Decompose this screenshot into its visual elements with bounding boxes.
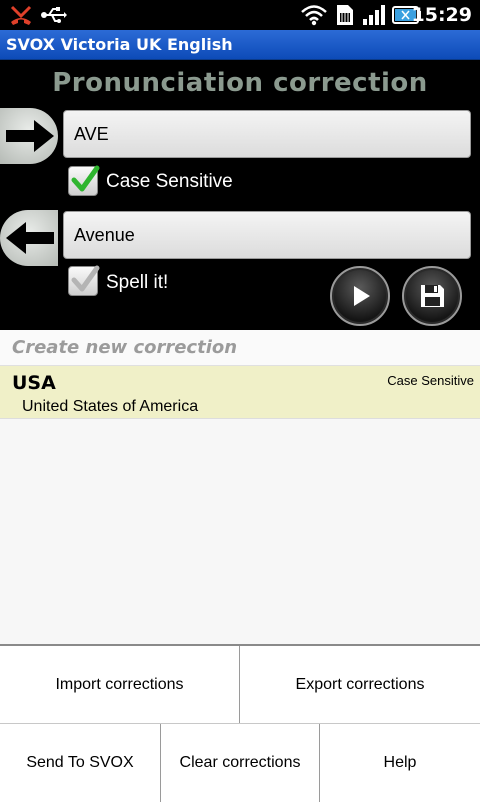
status-bar: 15:29 bbox=[0, 0, 480, 30]
check-icon bbox=[71, 265, 100, 292]
replacement-word-value: Avenue bbox=[74, 225, 135, 245]
app-title-bar: SVOX Victoria UK English bbox=[0, 30, 480, 60]
missed-call-icon bbox=[8, 3, 34, 27]
spell-it-label: Spell it! bbox=[106, 272, 169, 293]
target-arrow-button[interactable] bbox=[0, 210, 58, 266]
corrections-list: Create new correction USA Case Sensitive… bbox=[0, 330, 480, 644]
clock: 15:29 bbox=[411, 4, 472, 26]
source-word-value: AVE bbox=[74, 124, 109, 144]
arrow-left-icon bbox=[6, 222, 54, 254]
app-title: SVOX Victoria UK English bbox=[6, 35, 233, 54]
export-corrections-menu-item[interactable]: Export corrections bbox=[240, 646, 480, 723]
source-arrow-button[interactable] bbox=[0, 108, 58, 164]
correction-editor: Pronunciation correction AVE Case Sensit… bbox=[0, 60, 480, 330]
list-item[interactable]: USA Case Sensitive United States of Amer… bbox=[0, 366, 480, 419]
replacement-word-input[interactable]: Avenue bbox=[63, 211, 471, 259]
menu-divider bbox=[319, 724, 320, 802]
menu-divider bbox=[0, 723, 480, 724]
case-sensitive-badge: Case Sensitive bbox=[387, 373, 474, 388]
help-menu-item[interactable]: Help bbox=[320, 724, 480, 802]
play-icon bbox=[354, 286, 370, 306]
save-button[interactable] bbox=[402, 266, 462, 326]
editor-heading: Pronunciation correction bbox=[52, 68, 428, 98]
sim-icon bbox=[334, 3, 356, 27]
send-to-svox-menu-item[interactable]: Send To SVOX bbox=[0, 724, 160, 802]
list-item-replacement: United States of America bbox=[22, 398, 199, 415]
arrow-right-icon bbox=[6, 120, 54, 152]
save-icon bbox=[421, 285, 444, 307]
wifi-icon bbox=[300, 3, 328, 27]
play-button[interactable] bbox=[330, 266, 390, 326]
case-sensitive-label: Case Sensitive bbox=[106, 171, 233, 192]
signal-icon bbox=[362, 3, 388, 27]
source-word-input[interactable]: AVE bbox=[63, 110, 471, 158]
clear-corrections-menu-item[interactable]: Clear corrections bbox=[161, 724, 319, 802]
check-icon bbox=[71, 165, 100, 192]
import-corrections-menu-item[interactable]: Import corrections bbox=[0, 646, 239, 723]
options-menu: Import corrections Export corrections Se… bbox=[0, 644, 480, 802]
spell-it-checkbox[interactable] bbox=[68, 265, 100, 296]
case-sensitive-checkbox[interactable] bbox=[68, 165, 100, 196]
create-new-correction[interactable]: Create new correction bbox=[0, 330, 480, 366]
list-item-word: USA bbox=[12, 372, 56, 394]
usb-icon bbox=[40, 3, 68, 27]
menu-divider bbox=[239, 646, 240, 723]
menu-divider bbox=[160, 724, 161, 802]
